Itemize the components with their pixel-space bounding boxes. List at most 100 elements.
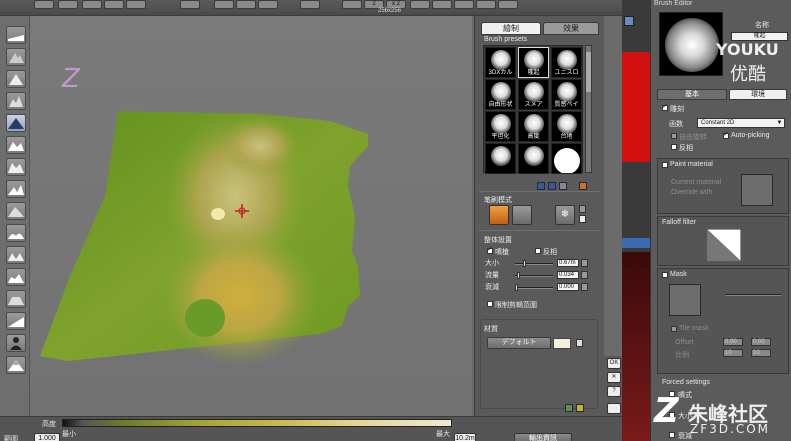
clip-range-checkbox[interactable] bbox=[487, 301, 493, 307]
tab-effects[interactable]: 效果 bbox=[543, 22, 599, 35]
terrain-tool-flat-icon[interactable] bbox=[6, 26, 26, 44]
toolbar-button[interactable] bbox=[236, 0, 256, 9]
brush-preset[interactable]: 3DXカル bbox=[485, 47, 516, 78]
mode-down-button[interactable] bbox=[579, 215, 586, 223]
scrollbar-thumb[interactable] bbox=[586, 52, 591, 92]
brush-preset[interactable]: 質感ペイ bbox=[551, 79, 582, 110]
override-with-option[interactable]: Override with bbox=[671, 189, 712, 196]
flow-slider-knob[interactable] bbox=[517, 272, 520, 279]
offset-x-field[interactable]: 0.00 bbox=[723, 338, 743, 346]
brush-mode-snow-icon[interactable]: ❄ bbox=[555, 205, 575, 225]
panel-tool-icon[interactable] bbox=[565, 404, 573, 412]
brush-preset[interactable]: 自由形状 bbox=[485, 79, 516, 110]
brush-mode-smooth-icon[interactable] bbox=[512, 205, 532, 225]
brush-preset[interactable]: スメア bbox=[518, 79, 549, 110]
terrain-tool-cliff-icon[interactable] bbox=[6, 202, 26, 220]
save-preset-icon[interactable] bbox=[537, 182, 545, 190]
terrain-tool-canyon-icon[interactable] bbox=[6, 158, 26, 176]
brush-preset[interactable] bbox=[551, 143, 582, 174]
brush-preset[interactable] bbox=[518, 143, 549, 174]
character-icon[interactable] bbox=[6, 334, 26, 352]
material-lock-icon[interactable] bbox=[576, 339, 583, 347]
material-swatch[interactable] bbox=[553, 338, 571, 349]
flow-slider[interactable] bbox=[515, 275, 553, 277]
zoom-icon[interactable] bbox=[58, 0, 78, 9]
falloff-slider-knob[interactable] bbox=[515, 284, 518, 291]
falloff-lock-button[interactable] bbox=[581, 283, 588, 291]
panel-star-icon[interactable] bbox=[576, 404, 584, 412]
brush-preset[interactable]: 台地 bbox=[551, 111, 582, 142]
toolbar-button[interactable] bbox=[214, 0, 234, 9]
invert-checkbox[interactable] bbox=[535, 248, 541, 254]
output-info-button[interactable]: 輸出資訊 bbox=[514, 433, 572, 441]
auto-picking-checkbox[interactable] bbox=[723, 130, 729, 139]
editor-invert-checkbox[interactable] bbox=[671, 144, 677, 150]
toolbar-button[interactable] bbox=[82, 0, 102, 9]
terrain-tool-slope-icon[interactable] bbox=[6, 312, 26, 330]
toolbar-button[interactable] bbox=[410, 0, 430, 9]
brush-preset[interactable]: 高度 bbox=[518, 111, 549, 142]
tab-basic[interactable]: 基本 bbox=[657, 89, 727, 100]
paint-material-checkbox[interactable] bbox=[662, 162, 668, 168]
falloff-slider[interactable] bbox=[515, 287, 553, 289]
range-value[interactable]: 1.000 bbox=[34, 433, 60, 441]
tab-paint[interactable]: 繪制 bbox=[481, 22, 541, 35]
page-icon[interactable] bbox=[607, 403, 621, 414]
terrain-tool-raise-icon[interactable] bbox=[6, 114, 26, 132]
mode-up-button[interactable] bbox=[579, 205, 586, 213]
terrain-tool-snow-icon[interactable] bbox=[6, 356, 26, 374]
toolbar-button[interactable] bbox=[126, 0, 146, 9]
close-button[interactable]: ✕ bbox=[607, 372, 621, 383]
mask-slider[interactable] bbox=[725, 294, 781, 296]
terrain-tool-ridge-icon[interactable] bbox=[6, 92, 26, 110]
offset-y-field[interactable]: 0.00 bbox=[751, 338, 771, 346]
terrain-tool-erosion-icon[interactable] bbox=[6, 180, 26, 198]
toolbar-button[interactable] bbox=[476, 0, 496, 9]
brush-preset[interactable]: 平坦化 bbox=[485, 111, 516, 142]
toolbar-button[interactable] bbox=[104, 0, 124, 9]
terrain-canvas[interactable] bbox=[30, 16, 472, 416]
terrain-tool-plateau-icon[interactable] bbox=[6, 290, 26, 308]
falloff-value[interactable]: 0.000 bbox=[557, 283, 579, 291]
brush-mode-sculpt-icon[interactable] bbox=[489, 205, 509, 225]
toolbar-button[interactable] bbox=[180, 0, 200, 9]
sculpt-checkbox[interactable] bbox=[662, 102, 668, 111]
flow-lock-button[interactable] bbox=[581, 271, 588, 279]
forced-falloff-checkbox[interactable] bbox=[669, 432, 675, 438]
scale-y-field[interactable]: 10 bbox=[751, 349, 771, 357]
terrain-tool-peak-icon[interactable] bbox=[6, 70, 26, 88]
toolbar-button[interactable] bbox=[258, 0, 278, 9]
brush-preset[interactable]: ユニスロ bbox=[551, 47, 582, 78]
help-button[interactable]: ? bbox=[607, 386, 621, 397]
terrain-tool-mountain-icon[interactable] bbox=[6, 48, 26, 66]
presets-scrollbar[interactable] bbox=[585, 45, 592, 173]
terrain-tool-rocks-icon[interactable] bbox=[6, 268, 26, 286]
current-material-option[interactable]: Current material bbox=[671, 179, 721, 186]
size-slider-knob[interactable] bbox=[523, 260, 526, 267]
brush-preset[interactable] bbox=[485, 143, 516, 174]
toolbar-button[interactable] bbox=[454, 0, 474, 9]
load-preset-icon[interactable] bbox=[548, 182, 556, 190]
height-value[interactable]: 10.2m bbox=[454, 433, 476, 441]
free-rotate-checkbox[interactable] bbox=[671, 133, 677, 139]
size-lock-button[interactable] bbox=[581, 259, 588, 267]
tab-environment[interactable]: 環境 bbox=[729, 89, 787, 100]
size-slider[interactable] bbox=[515, 263, 553, 265]
default-material-button[interactable]: デフォルト bbox=[487, 337, 551, 349]
spray-checkbox[interactable] bbox=[487, 245, 493, 254]
toolbar-button[interactable] bbox=[34, 0, 54, 9]
size-value[interactable]: 0.67m bbox=[557, 259, 579, 267]
tile-mask-checkbox[interactable] bbox=[671, 326, 677, 332]
terrain-tool-crater-icon[interactable] bbox=[6, 246, 26, 264]
falloff-curve-graph[interactable] bbox=[707, 229, 741, 261]
terrain-viewport[interactable]: Z bbox=[30, 16, 472, 416]
terrain-tool-dunes-icon[interactable] bbox=[6, 224, 26, 242]
brush-settings-icon[interactable] bbox=[579, 182, 587, 190]
scale-x-field[interactable]: 10 bbox=[723, 349, 743, 357]
mask-checkbox[interactable] bbox=[662, 272, 668, 278]
toolbar-button[interactable] bbox=[432, 0, 452, 9]
terrain-tool-hills-icon[interactable] bbox=[6, 136, 26, 154]
flow-value[interactable]: 0.034 bbox=[557, 271, 579, 279]
toolbar-button[interactable] bbox=[300, 0, 320, 9]
function-select[interactable]: Constant 2D ▼ bbox=[697, 118, 785, 128]
